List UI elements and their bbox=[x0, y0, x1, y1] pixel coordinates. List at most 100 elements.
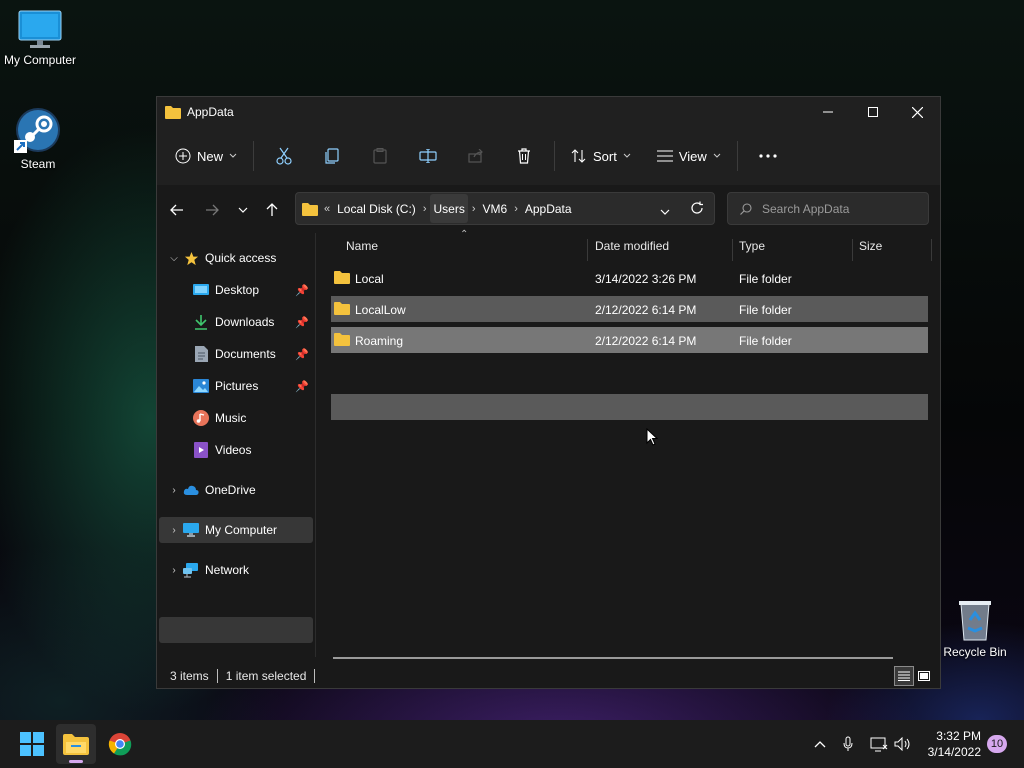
chrome-icon bbox=[108, 733, 132, 756]
chevron-right-icon[interactable]: › bbox=[472, 203, 476, 215]
details-view-button[interactable] bbox=[894, 666, 914, 686]
maximize-button[interactable] bbox=[850, 97, 895, 127]
more-icon bbox=[759, 154, 777, 158]
recent-locations-button[interactable] bbox=[231, 198, 255, 222]
taskbar-chrome[interactable] bbox=[100, 724, 140, 764]
rename-button[interactable] bbox=[404, 139, 452, 173]
view-button[interactable]: View bbox=[647, 139, 731, 173]
cloud-icon bbox=[183, 482, 199, 498]
share-button[interactable] bbox=[452, 139, 500, 173]
sidebar-item-onedrive[interactable]: › OneDrive bbox=[159, 477, 313, 503]
maximize-icon bbox=[867, 107, 878, 117]
chevron-down-icon[interactable]: ⌵ bbox=[165, 253, 183, 264]
sidebar-item-pictures[interactable]: Pictures 📌 bbox=[159, 373, 313, 399]
column-separator[interactable] bbox=[852, 239, 853, 261]
column-separator[interactable] bbox=[587, 239, 588, 261]
table-row[interactable]: Roaming 2/12/2022 6:14 PM File folder bbox=[331, 327, 928, 353]
column-header-type[interactable]: Type bbox=[739, 239, 765, 253]
pin-icon[interactable]: 📌 bbox=[295, 348, 309, 361]
tiles-view-button[interactable] bbox=[914, 666, 934, 686]
search-placeholder: Search AppData bbox=[762, 201, 850, 216]
plus-circle-icon bbox=[175, 148, 191, 164]
title-bar[interactable]: AppData bbox=[157, 97, 940, 127]
minimize-icon bbox=[822, 111, 833, 113]
file-name: Local bbox=[355, 272, 384, 286]
column-header-size[interactable]: Size bbox=[859, 239, 882, 253]
tiles-view-icon bbox=[918, 671, 930, 681]
sidebar-item-my-computer[interactable] bbox=[159, 617, 313, 643]
cut-button[interactable] bbox=[260, 139, 308, 173]
sidebar-item-music[interactable]: Music bbox=[159, 405, 313, 431]
network-status-icon bbox=[870, 737, 888, 752]
address-bar[interactable]: « Local Disk (C:) › Users › VM6 › AppDat… bbox=[295, 192, 715, 225]
address-history-dropdown[interactable] bbox=[660, 204, 670, 218]
start-button[interactable] bbox=[12, 724, 52, 764]
list-view-icon bbox=[656, 150, 673, 162]
notification-badge[interactable]: 10 bbox=[987, 735, 1007, 753]
sort-button[interactable]: Sort bbox=[561, 139, 641, 173]
minimize-button[interactable] bbox=[805, 97, 850, 127]
desktop-icon-my-computer[interactable]: My Computer bbox=[0, 10, 80, 67]
desktop-icon-steam[interactable]: Steam bbox=[0, 106, 78, 171]
pin-icon[interactable]: 📌 bbox=[295, 380, 309, 393]
recycle-bin-icon bbox=[959, 601, 991, 641]
breadcrumb-users[interactable]: Users bbox=[430, 194, 468, 223]
column-header-name[interactable]: Name bbox=[346, 239, 378, 253]
network-status-button[interactable] bbox=[868, 720, 890, 768]
pin-icon[interactable]: 📌 bbox=[295, 284, 309, 297]
sidebar-item-videos[interactable]: Videos bbox=[159, 437, 313, 463]
sidebar-item-my-computer[interactable]: › My Computer bbox=[159, 517, 313, 543]
sidebar-item-label: Network bbox=[205, 563, 250, 577]
sidebar-item-documents[interactable]: Documents 📌 bbox=[159, 341, 313, 367]
sidebar-item-quick-access[interactable]: ⌵ Quick access bbox=[159, 245, 313, 271]
show-hidden-icons-button[interactable] bbox=[808, 720, 832, 768]
arrow-left-icon bbox=[170, 204, 183, 216]
chevron-right-icon[interactable]: › bbox=[165, 565, 183, 576]
pin-icon[interactable]: 📌 bbox=[295, 316, 309, 329]
column-separator[interactable] bbox=[931, 239, 932, 261]
taskbar-file-explorer[interactable] bbox=[56, 724, 96, 764]
column-separator[interactable] bbox=[732, 239, 733, 261]
refresh-button[interactable] bbox=[690, 201, 704, 218]
column-header-date[interactable]: Date modified bbox=[595, 239, 669, 253]
chevron-right-icon[interactable]: › bbox=[165, 485, 183, 496]
breadcrumb-local-disk[interactable]: Local Disk (C:) bbox=[334, 194, 419, 223]
desktop-icon-recycle-bin[interactable]: Recycle Bin bbox=[935, 598, 1015, 659]
more-options-button[interactable] bbox=[744, 139, 792, 173]
breadcrumb-vm6[interactable]: VM6 bbox=[480, 194, 511, 223]
folder-icon bbox=[302, 202, 318, 216]
new-button[interactable]: New bbox=[165, 139, 247, 173]
sidebar-item-desktop[interactable]: Desktop 📌 bbox=[159, 277, 313, 303]
monitor-icon bbox=[183, 522, 199, 538]
chevron-right-icon[interactable]: › bbox=[165, 525, 183, 536]
folder-icon bbox=[334, 271, 350, 284]
chevron-right-icon[interactable]: › bbox=[423, 203, 427, 215]
microphone-button[interactable] bbox=[838, 720, 858, 768]
copy-button[interactable] bbox=[308, 139, 356, 173]
volume-button[interactable] bbox=[892, 720, 914, 768]
back-button[interactable] bbox=[165, 198, 189, 222]
file-type: File folder bbox=[739, 334, 792, 348]
paste-button[interactable] bbox=[356, 139, 404, 173]
up-button[interactable] bbox=[260, 198, 284, 222]
horizontal-scrollbar[interactable] bbox=[333, 657, 893, 659]
address-overflow[interactable]: « bbox=[324, 203, 330, 215]
clock[interactable]: 3:32 PM 3/14/2022 bbox=[928, 728, 981, 760]
chevron-right-icon[interactable]: › bbox=[514, 203, 518, 215]
sidebar-item-label: Pictures bbox=[215, 379, 259, 393]
taskbar: 3:32 PM 3/14/2022 10 bbox=[0, 720, 1024, 768]
sidebar-item-network[interactable]: › Network bbox=[159, 557, 313, 583]
table-row[interactable]: LocalLow 2/12/2022 6:14 PM File folder bbox=[331, 296, 928, 322]
search-box[interactable]: Search AppData bbox=[727, 192, 929, 225]
column-header-row: Name ⌃ Date modified Type Size bbox=[316, 229, 940, 261]
sidebar-item-downloads[interactable]: Downloads 📌 bbox=[159, 309, 313, 335]
delete-button[interactable] bbox=[500, 139, 548, 173]
close-button[interactable] bbox=[895, 97, 940, 127]
forward-button[interactable] bbox=[200, 198, 224, 222]
paste-icon bbox=[373, 148, 387, 164]
sidebar-item-label: OneDrive bbox=[205, 483, 256, 497]
file-type: File folder bbox=[739, 303, 792, 317]
table-row[interactable]: Local 3/14/2022 3:26 PM File folder bbox=[331, 265, 928, 291]
breadcrumb-appdata[interactable]: AppData bbox=[522, 194, 575, 223]
table-row[interactable] bbox=[331, 394, 928, 420]
